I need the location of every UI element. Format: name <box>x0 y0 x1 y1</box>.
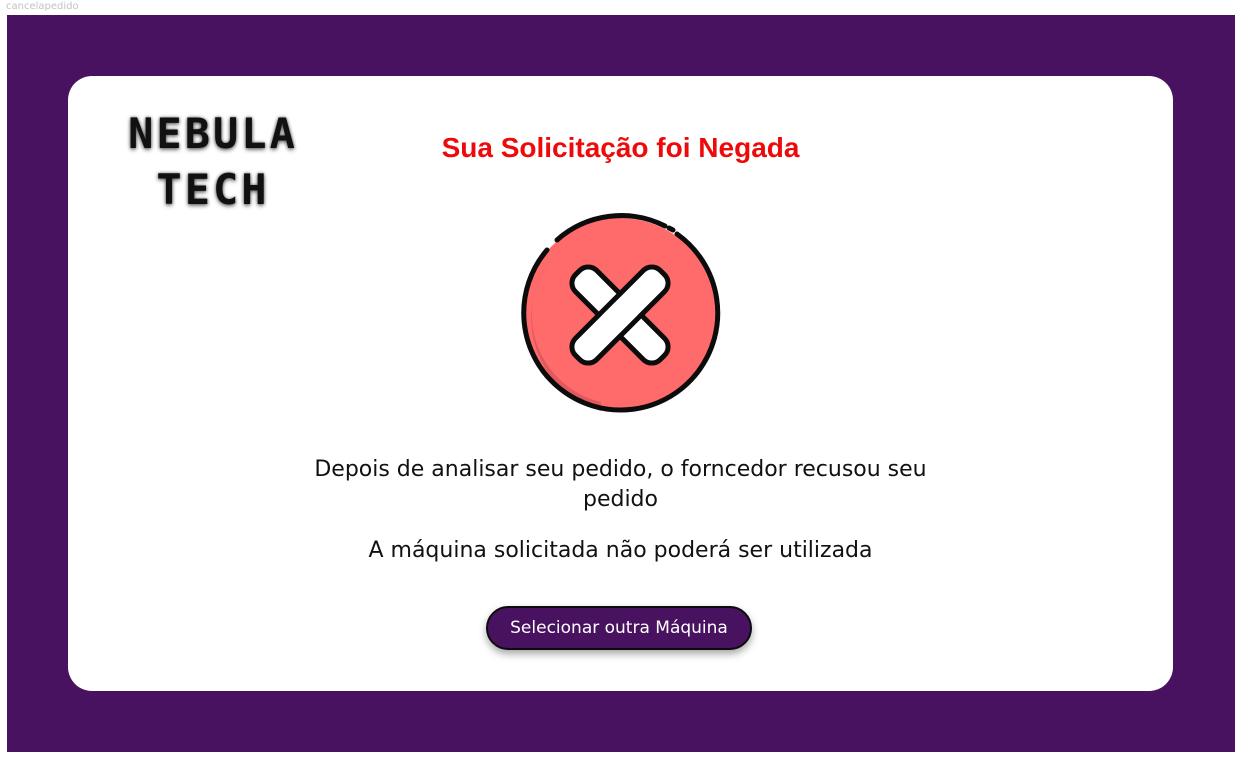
app-frame: NEBULA TECH Sua Solicitação foi Negada D… <box>7 15 1235 752</box>
select-other-machine-button[interactable]: Selecionar outra Máquina <box>486 606 752 650</box>
denial-card: NEBULA TECH Sua Solicitação foi Negada D… <box>68 76 1173 691</box>
analysis-message: Depois de analisar seu pedido, o fornced… <box>314 457 927 512</box>
frame-label: cancelapedido <box>6 1 79 12</box>
red-circle-x-icon <box>517 212 723 418</box>
page-title: Sua Solicitação foi Negada <box>441 132 800 163</box>
logo-line-2: TECH <box>156 165 270 214</box>
machine-unavailable-message: A máquina solicitada não poderá ser util… <box>368 538 873 563</box>
